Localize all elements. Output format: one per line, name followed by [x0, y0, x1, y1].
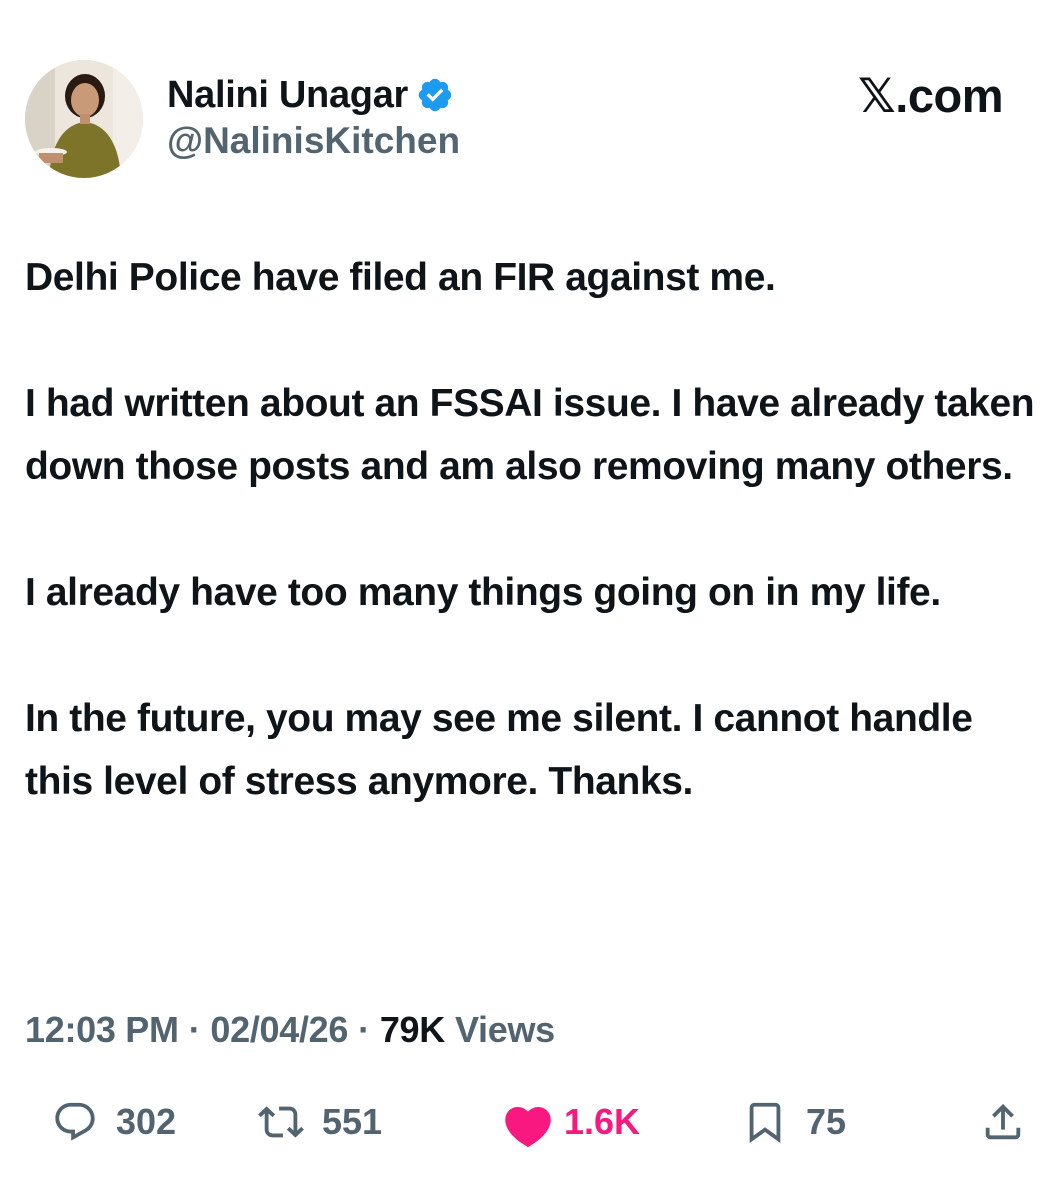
tweet-paragraph: I had written about an FSSAI issue. I ha… [25, 382, 1035, 488]
author-handle[interactable]: @NalinisKitchen [167, 120, 460, 162]
display-name[interactable]: Nalini Unagar [167, 74, 408, 117]
heart-icon [500, 1099, 551, 1148]
tweet-date[interactable]: 02/04/26 [210, 1009, 348, 1051]
meta-separator: · [358, 1009, 370, 1050]
meta-separator: · [188, 1009, 201, 1050]
tweet-header: Nalini Unagar @NalinisKitchen 𝕏.com [0, 0, 1055, 200]
share-button[interactable] [980, 1090, 1026, 1154]
avatar-photo [25, 60, 143, 178]
share-icon [980, 1099, 1026, 1145]
bookmark-icon [742, 1099, 788, 1145]
author-name-row: Nalini Unagar [167, 72, 454, 118]
repost-button[interactable]: 551 [258, 1090, 382, 1154]
tweet-text: Delhi Police have filed an FIR against m… [25, 246, 1035, 876]
like-button[interactable]: 1.6K [500, 1090, 640, 1154]
repost-count: 551 [322, 1101, 383, 1142]
tweet-paragraph: In the future, you may see me silent. I … [25, 697, 973, 803]
tweet-time[interactable]: 12:03 PM [25, 1009, 179, 1051]
tweet-paragraph: Delhi Police have filed an FIR against m… [25, 256, 776, 299]
bookmark-count: 75 [806, 1101, 847, 1142]
reply-button[interactable]: 302 [52, 1090, 176, 1154]
tweet-paragraph: I already have too many things going on … [25, 571, 941, 614]
reply-icon [52, 1099, 98, 1145]
x-brand-logo: 𝕏.com [857, 69, 1004, 122]
avatar[interactable] [25, 60, 143, 178]
views-label: Views [454, 1009, 555, 1050]
bookmark-button[interactable]: 75 [742, 1090, 846, 1154]
repost-icon [258, 1099, 304, 1145]
tweet-meta: 12:03 PM · 02/04/26 · 79K Views [25, 1004, 555, 1056]
verified-badge-icon [416, 76, 454, 114]
action-bar: 302 551 1.6K 75 [0, 1090, 1055, 1154]
reply-count: 302 [116, 1101, 177, 1142]
like-count: 1.6K [564, 1101, 641, 1142]
views-count: 79K [379, 1009, 445, 1050]
